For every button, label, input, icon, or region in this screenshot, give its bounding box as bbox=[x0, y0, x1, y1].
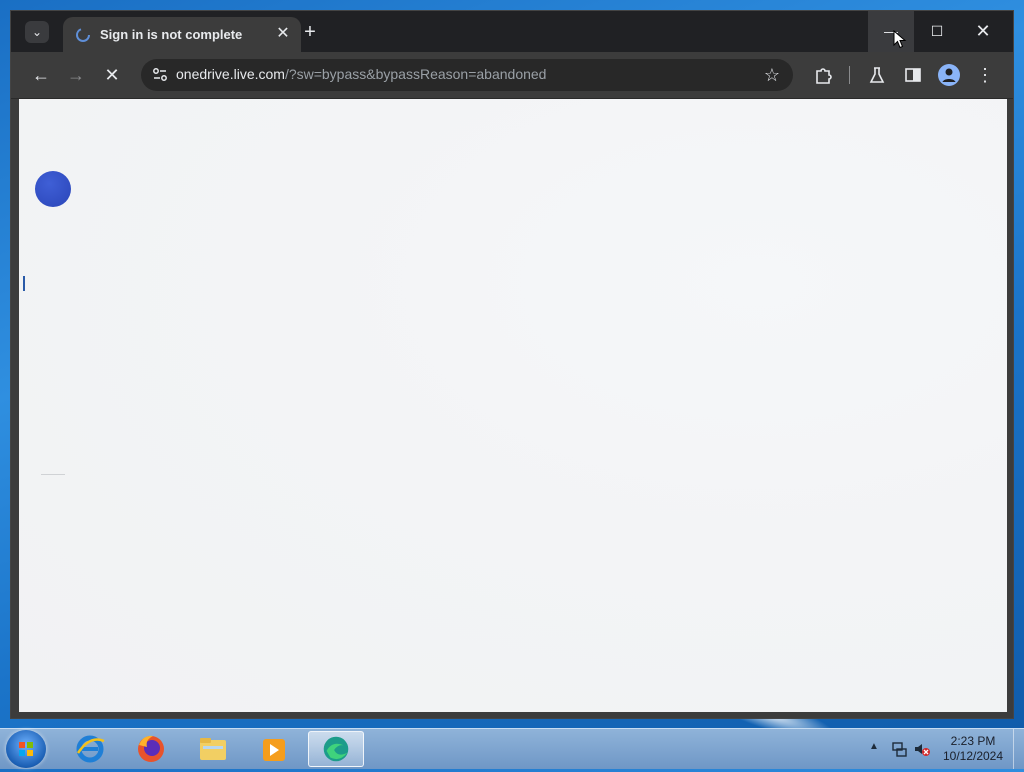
tab-title: Sign in is not complete bbox=[100, 27, 243, 42]
taskbar-internet-explorer[interactable] bbox=[62, 731, 118, 767]
mouse-cursor-icon bbox=[893, 30, 907, 49]
taskbar-file-explorer[interactable] bbox=[185, 731, 241, 767]
extensions-puzzle-icon[interactable] bbox=[813, 64, 835, 86]
stop-loading-button[interactable]: ✕ bbox=[101, 64, 123, 86]
clock-time: 2:23 PM bbox=[950, 734, 996, 748]
profile-avatar-icon[interactable] bbox=[938, 64, 960, 86]
taskbar-media-player[interactable] bbox=[245, 731, 301, 767]
active-tab[interactable]: Sign in is not complete ✕ bbox=[63, 17, 301, 52]
network-icon[interactable] bbox=[890, 740, 908, 758]
show-hidden-icons-button[interactable]: ▲ bbox=[869, 741, 879, 752]
taskbar-firefox[interactable] bbox=[123, 731, 179, 767]
divider-line bbox=[41, 474, 65, 475]
windows-logo-icon bbox=[19, 742, 33, 756]
taskbar-edge[interactable] bbox=[308, 731, 364, 767]
taskbar: ▲ 2:23 PM 10/12/2024 bbox=[0, 728, 1024, 769]
bookmark-star-icon[interactable]: ☆ bbox=[761, 64, 783, 86]
browser-toolbar: ← → ✕ onedrive.live.com/?sw=bypass&bypas… bbox=[11, 52, 1013, 99]
site-info-icon[interactable] bbox=[150, 65, 170, 85]
close-window-button[interactable]: ✕ bbox=[960, 11, 1006, 52]
person-icon bbox=[942, 68, 956, 82]
focus-indicator bbox=[23, 276, 25, 291]
labs-flask-icon[interactable] bbox=[866, 64, 888, 86]
maximize-button[interactable]: ☐ bbox=[914, 11, 960, 52]
start-button[interactable] bbox=[6, 730, 46, 768]
loading-favicon-icon bbox=[76, 28, 90, 42]
folder-icon bbox=[200, 738, 226, 760]
media-player-icon bbox=[263, 739, 285, 761]
url-host: onedrive.live.com bbox=[176, 66, 285, 82]
new-tab-button[interactable]: + bbox=[299, 21, 321, 43]
show-desktop-button[interactable] bbox=[1013, 729, 1024, 769]
toolbar-divider bbox=[849, 66, 850, 84]
forward-button[interactable]: → bbox=[65, 64, 87, 86]
title-bar: ⌄ Sign in is not complete ✕ + — ☐ ✕ bbox=[11, 11, 1013, 52]
system-clock[interactable]: 2:23 PM 10/12/2024 bbox=[940, 734, 1006, 764]
url-text[interactable]: onedrive.live.com/?sw=bypass&bypassReaso… bbox=[176, 66, 546, 82]
back-button[interactable]: ← bbox=[30, 64, 52, 86]
internet-explorer-icon bbox=[76, 735, 105, 763]
minimize-button[interactable]: — bbox=[868, 11, 914, 52]
url-path: /?sw=bypass&bypassReason=abandoned bbox=[284, 66, 547, 82]
clock-date: 10/12/2024 bbox=[942, 749, 1004, 763]
edge-browser-icon bbox=[323, 736, 349, 762]
page-content bbox=[19, 99, 1007, 712]
loading-logo-dot bbox=[35, 171, 71, 207]
firefox-icon bbox=[138, 735, 164, 762]
browser-window: ⌄ Sign in is not complete ✕ + — ☐ ✕ ← → … bbox=[10, 10, 1014, 719]
tab-search-button[interactable]: ⌄ bbox=[25, 21, 49, 43]
address-bar[interactable]: onedrive.live.com/?sw=bypass&bypassReaso… bbox=[141, 59, 793, 91]
volume-muted-icon[interactable] bbox=[913, 740, 931, 758]
side-panel-icon[interactable] bbox=[902, 64, 924, 86]
tab-close-icon[interactable]: ✕ bbox=[273, 24, 293, 44]
browser-menu-button[interactable]: ⋮ bbox=[974, 64, 996, 86]
